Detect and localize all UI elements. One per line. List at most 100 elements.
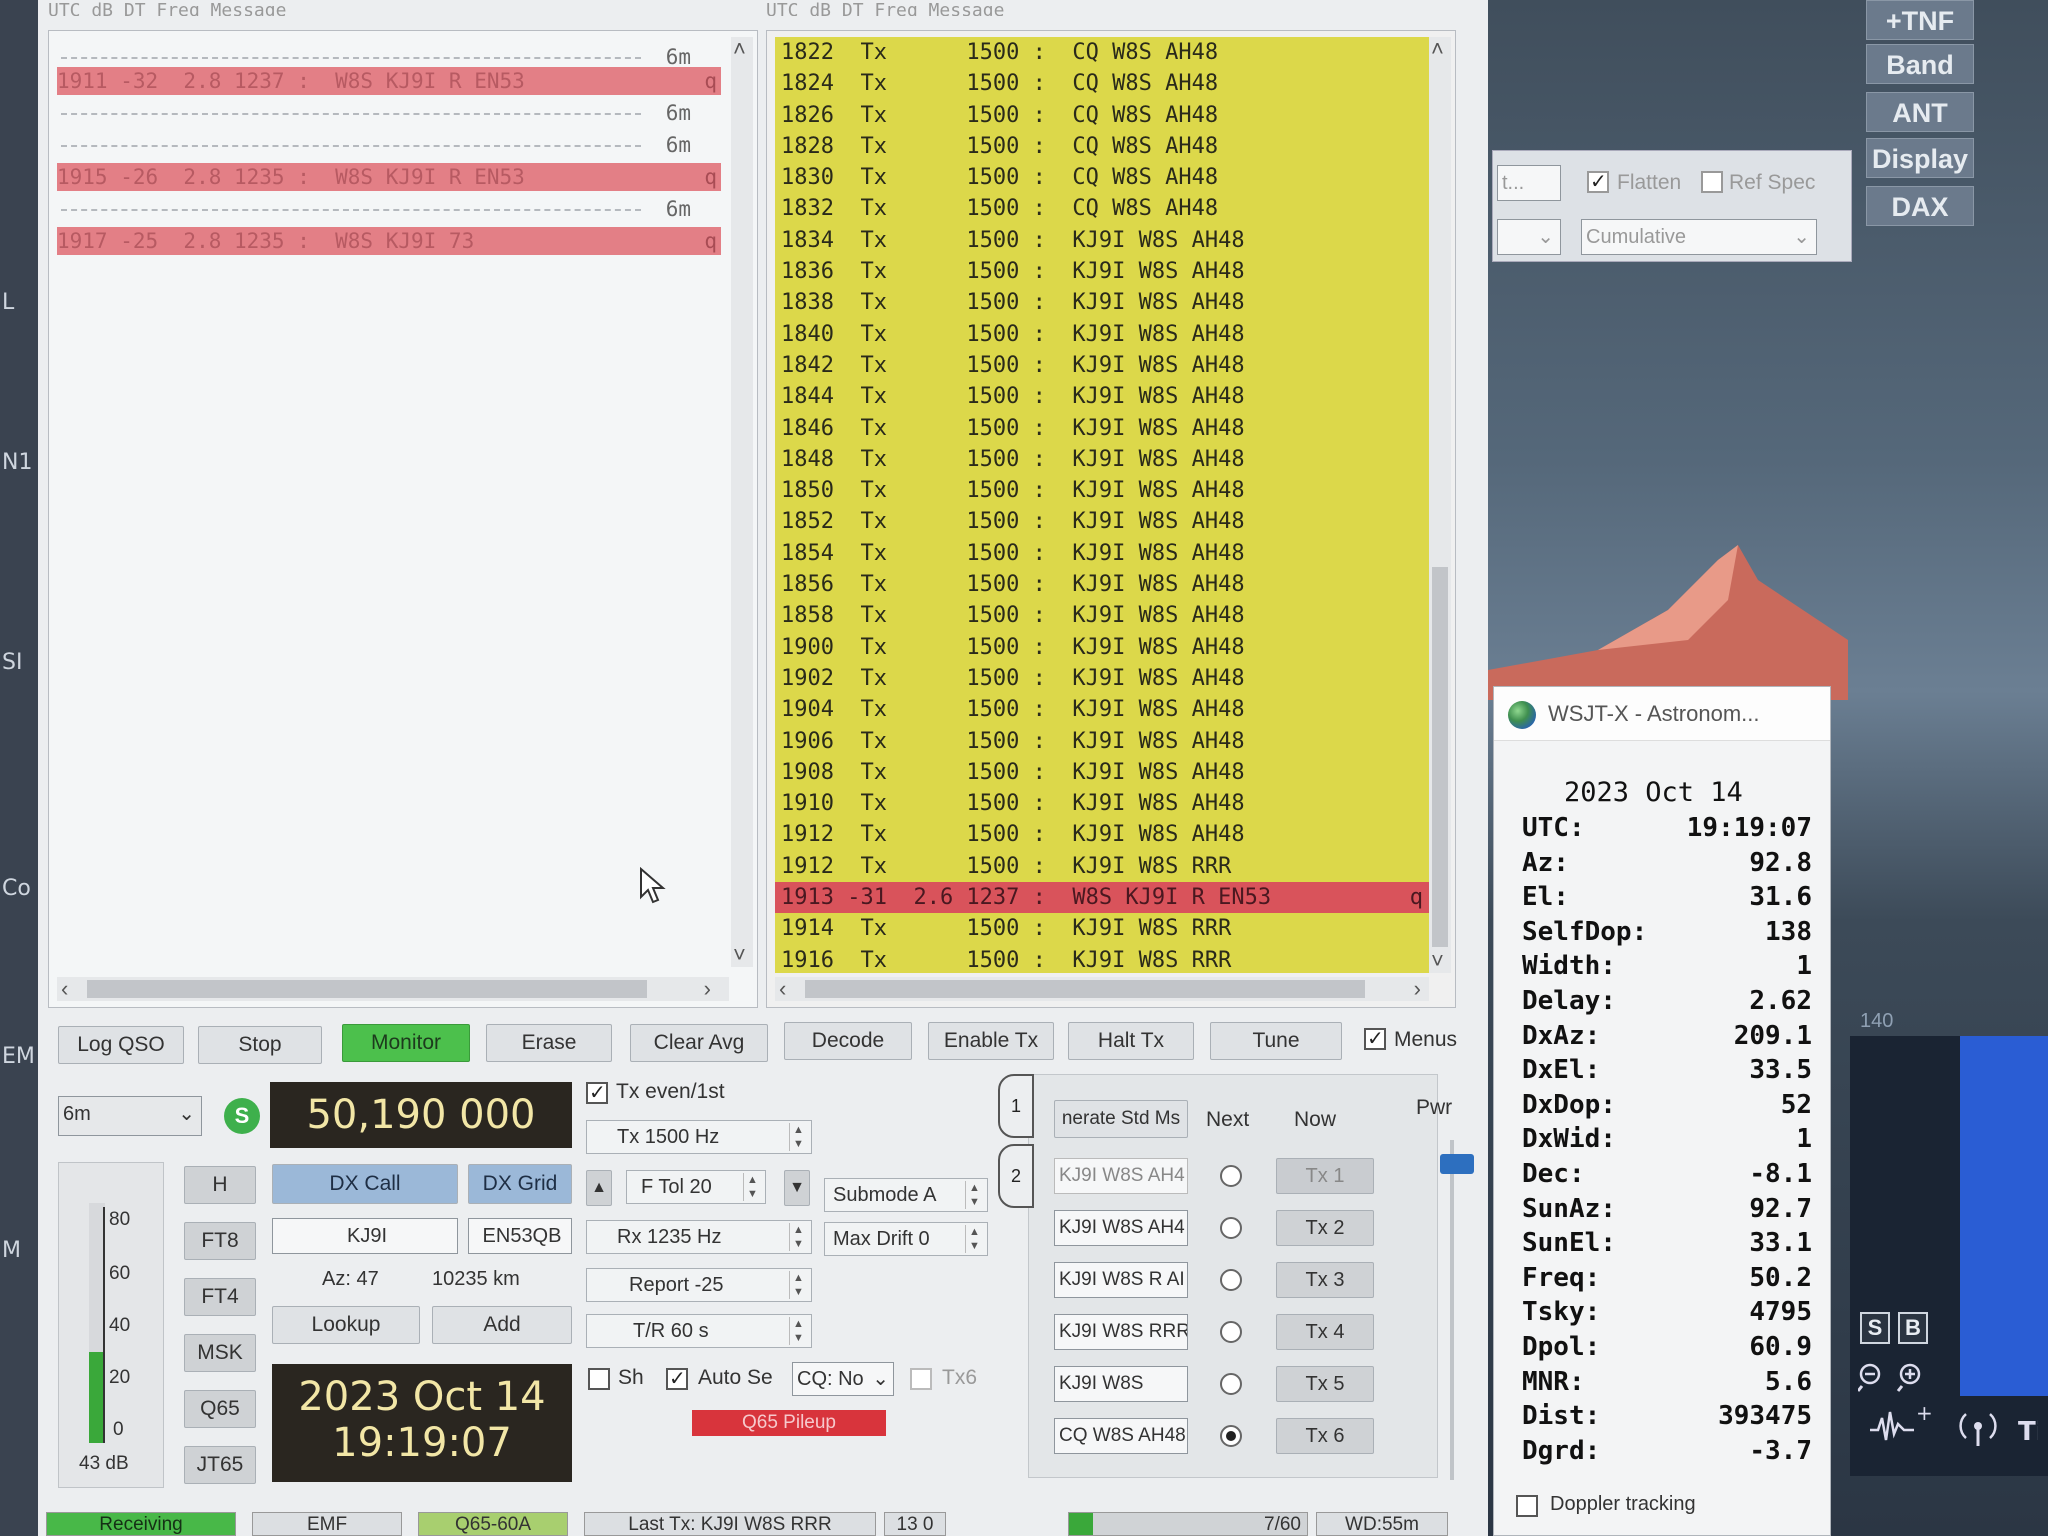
left-vertical-scrollbar[interactable]: ˄ ˅ [731,37,753,967]
tx-rx-up-button[interactable]: ▲ [586,1170,612,1206]
add-button[interactable]: Add [432,1306,572,1344]
rx-frequency-spinbox[interactable]: Rx 1235 Hz ▲ ▼ [586,1220,812,1254]
scroll-right-icon[interactable]: › [704,977,711,1001]
menus-checkbox[interactable] [1364,1026,1386,1051]
sh-checkbox[interactable] [588,1368,610,1390]
tx6-now-button[interactable]: Tx 6 [1276,1418,1374,1454]
auto-seq-checkbox[interactable] [666,1366,688,1391]
tx-log-row[interactable]: 1858 Tx 1500 : KJ9I W8S AH48 [775,600,1429,631]
decode-row[interactable]: 1915 -26 2.8 1235 : W8S KJ9I R EN53 q [57,163,721,191]
tx1-message-field[interactable]: KJ9I W8S AH4 [1054,1158,1188,1194]
monitor-button[interactable]: Monitor [342,1024,470,1062]
tx-log-row[interactable]: 1914 Tx 1500 : KJ9I W8S RRR [775,913,1429,944]
tx-log-row[interactable]: 1822 Tx 1500 : CQ W8S AH48 [775,37,1429,68]
tx-log-row[interactable]: 1840 Tx 1500 : KJ9I W8S AH48 [775,319,1429,350]
astro-window-title[interactable]: WSJT-X - Astronom... [1494,687,1830,741]
tx-log-row[interactable]: 1900 Tx 1500 : KJ9I W8S AH48 [775,632,1429,663]
mode-q65-button[interactable]: Q65 [184,1390,256,1428]
scroll-down-icon[interactable]: ˅ [733,943,746,967]
tx1-now-button[interactable]: Tx 1 [1276,1158,1374,1194]
mode-jt65-button[interactable]: JT65 [184,1446,256,1484]
scroll-up-icon[interactable]: ˄ [733,37,746,61]
log-qso-button[interactable]: Log QSO [58,1026,184,1064]
tx-log-row[interactable]: 1852 Tx 1500 : KJ9I W8S AH48 [775,506,1429,537]
stop-button[interactable]: Stop [198,1026,322,1064]
spin-arrows-icon[interactable]: ▲ ▼ [789,1223,807,1251]
tx-log-row[interactable]: 1910 Tx 1500 : KJ9I W8S AH48 [775,788,1429,819]
tx-log-row[interactable]: 1904 Tx 1500 : KJ9I W8S AH48 [775,694,1429,725]
spin-arrows-icon[interactable]: ▲ ▼ [743,1173,761,1201]
tx-log-row[interactable]: 1854 Tx 1500 : KJ9I W8S AH48 [775,538,1429,569]
tx-log-row[interactable]: 1848 Tx 1500 : KJ9I W8S AH48 [775,444,1429,475]
tx-log-row[interactable]: 1856 Tx 1500 : KJ9I W8S AH48 [775,569,1429,600]
mode-ft8-button[interactable]: FT8 [184,1222,256,1260]
mode-msk-button[interactable]: MSK [184,1334,256,1372]
tx4-next-radio[interactable] [1220,1321,1242,1343]
tx6-message-field[interactable]: CQ W8S AH48 [1054,1418,1188,1454]
add-waveform-icon[interactable]: + [1870,1401,1933,1441]
spin-arrows-icon[interactable]: ▲ ▼ [789,1317,807,1345]
scroll-up-icon[interactable]: ˄ [1431,37,1444,61]
tx-log-row[interactable]: 1846 Tx 1500 : KJ9I W8S AH48 [775,413,1429,444]
decode-row[interactable]: 1917 -25 2.8 1235 : W8S KJ9I 73 q [57,227,721,255]
tx3-now-button[interactable]: Tx 3 [1276,1262,1374,1298]
tx-rx-down-button[interactable]: ▼ [784,1170,810,1206]
band-button[interactable]: Band [1866,44,1974,84]
tx-log-row[interactable]: 1838 Tx 1500 : KJ9I W8S AH48 [775,287,1429,318]
tx3-next-radio[interactable] [1220,1269,1242,1291]
tx5-next-radio[interactable] [1220,1373,1242,1395]
tx-even-checkbox[interactable] [586,1080,608,1105]
band-activity-pane[interactable]: 6m 1911 -32 2.8 1237 : W8S KJ9I R EN53 q 6m… [48,30,758,1008]
tx6-checkbox[interactable] [910,1368,932,1390]
tx4-now-button[interactable]: Tx 4 [1276,1314,1374,1350]
tx-log-row[interactable]: 1830 Tx 1500 : CQ W8S AH48 [775,162,1429,193]
tx2-message-field[interactable]: KJ9I W8S AH4 [1054,1210,1188,1246]
cq-select[interactable]: CQ: No ⌄ [792,1362,894,1396]
enable-tx-button[interactable]: Enable Tx [928,1022,1054,1060]
s-button[interactable]: S [1860,1312,1890,1344]
scroll-thumb[interactable] [805,980,1365,998]
spin-arrows-icon[interactable]: ▲ ▼ [789,1271,807,1299]
tnf-button[interactable]: +TNF [1866,0,1974,40]
power-slider-handle[interactable] [1440,1154,1474,1174]
submode-spinbox[interactable]: Submode A ▲ ▼ [824,1178,988,1212]
tx2-next-radio[interactable] [1220,1217,1242,1239]
right-horizontal-scrollbar[interactable]: ‹ › [775,977,1429,1001]
zoom-in-icon[interactable] [1896,1363,1921,1392]
scroll-left-icon[interactable]: ‹ [779,977,786,1001]
tx-log-row[interactable]: 1834 Tx 1500 : KJ9I W8S AH48 [775,225,1429,256]
lookup-button[interactable]: Lookup [272,1306,420,1344]
scroll-left-icon[interactable]: ‹ [61,977,68,1001]
power-slider-track[interactable] [1440,1140,1474,1480]
tx-log-row[interactable]: 1824 Tx 1500 : CQ W8S AH48 [775,68,1429,99]
left-horizontal-scrollbar[interactable]: ‹ › [57,977,729,1001]
zoom-out-icon[interactable] [1858,1363,1881,1392]
decode-row[interactable]: 1911 -32 2.8 1237 : W8S KJ9I R EN53 q [57,67,721,95]
tx5-now-button[interactable]: Tx 5 [1276,1366,1374,1402]
decode-button[interactable]: Decode [784,1022,912,1060]
report-spinbox[interactable]: Report -25 ▲ ▼ [586,1268,812,1302]
tx-log-row[interactable]: 1916 Tx 1500 : KJ9I W8S RRR [775,945,1429,976]
tune-button[interactable]: Tune [1210,1022,1342,1060]
left-select[interactable]: ⌄ [1497,219,1561,255]
spin-arrows-icon[interactable]: ▲ ▼ [965,1225,983,1253]
mode-h-button[interactable]: H [184,1166,256,1204]
rx-decode-row[interactable]: 1913 -31 2.6 1237 : W8S KJ9I R EN53 q [775,882,1429,914]
truncated-field[interactable]: t... [1497,165,1561,201]
ant-button[interactable]: ANT [1866,92,1974,132]
dx-call-input[interactable]: KJ9I [272,1218,458,1254]
spin-arrows-icon[interactable]: ▲ ▼ [789,1123,807,1151]
dax-button[interactable]: DAX [1866,186,1974,226]
band-select[interactable]: 6m ⌄ [58,1096,202,1136]
tx-log-row[interactable]: 1826 Tx 1500 : CQ W8S AH48 [775,100,1429,131]
tx3-message-field[interactable]: KJ9I W8S R AI [1054,1262,1188,1298]
scroll-thumb[interactable] [87,980,647,998]
tx-log-row[interactable]: 1850 Tx 1500 : KJ9I W8S AH48 [775,475,1429,506]
tx-log-row[interactable]: 1902 Tx 1500 : KJ9I W8S AH48 [775,663,1429,694]
scroll-down-icon[interactable]: ˅ [1431,949,1444,973]
max-drift-spinbox[interactable]: Max Drift 0 ▲ ▼ [824,1222,988,1256]
cumulative-select[interactable]: Cumulative ⌄ [1581,219,1817,255]
scroll-thumb[interactable] [1432,567,1448,947]
settings-status-indicator[interactable]: S [224,1098,260,1134]
mode-ft4-button[interactable]: FT4 [184,1278,256,1316]
